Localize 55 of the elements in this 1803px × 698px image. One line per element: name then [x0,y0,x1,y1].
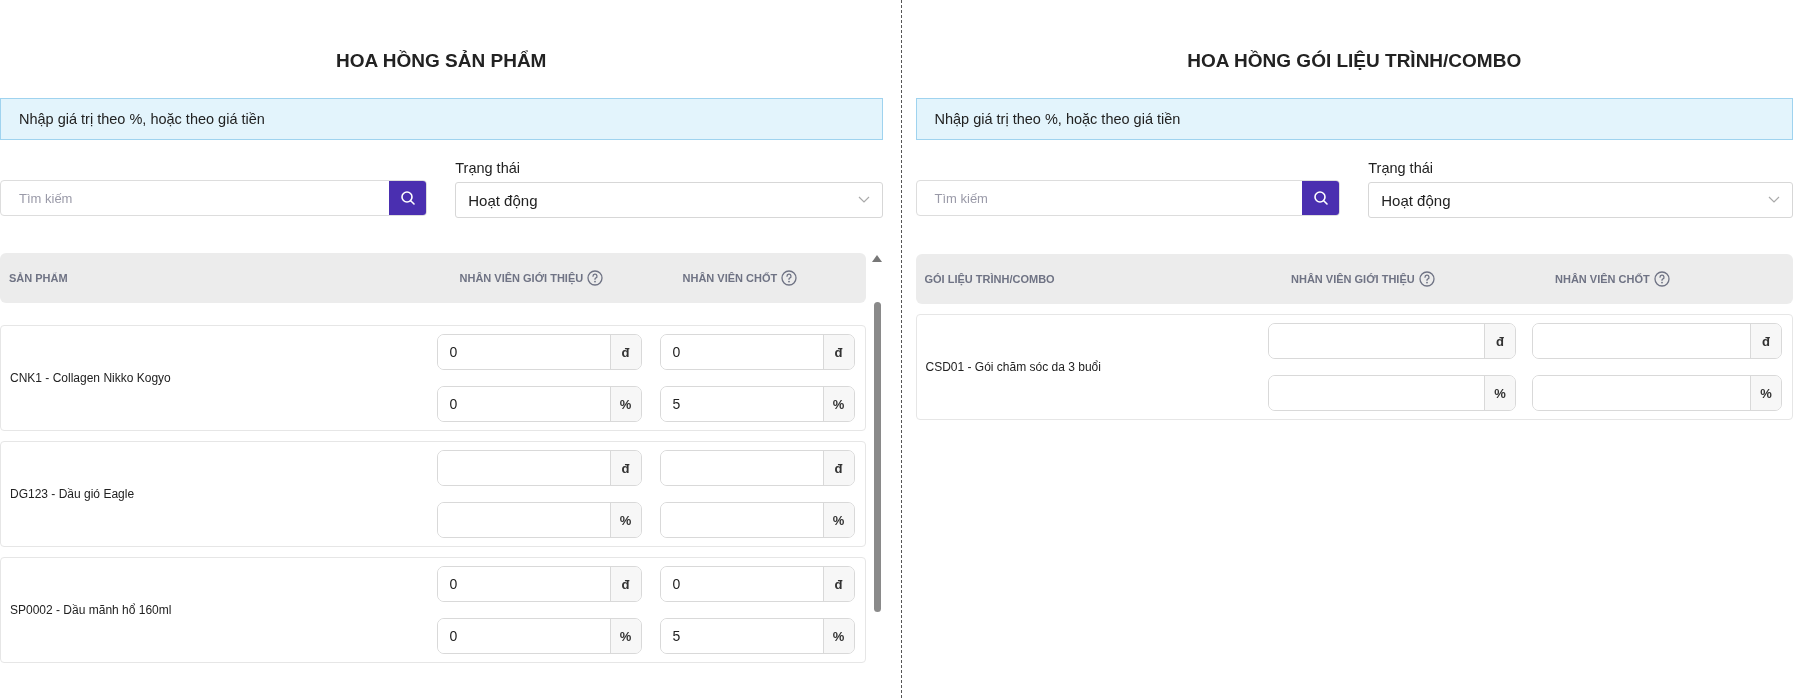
search-button[interactable] [1302,181,1340,215]
column-header: NHÂN VIÊN GIỚI THIỆU [459,272,584,284]
chevron-down-icon [857,196,870,204]
info-notice: Nhập giá trị theo %, hoặc theo giá tiền [0,98,883,140]
amount-field[interactable]: 5 % [659,618,855,654]
amount-field[interactable]: 5 % [659,386,855,422]
field-value: 5 [672,628,681,644]
field-value: 0 [672,344,681,360]
field-value: 5 [672,396,681,412]
help-icon[interactable] [587,270,604,286]
item-name: CSD01 - Gói chăm sóc da 3 buổi [925,360,1102,374]
column-header: NHÂN VIÊN CHỐT [682,272,778,284]
search-placeholder: Tìm kiếm [19,190,73,206]
chevron-down-icon [1768,196,1780,204]
info-notice: Nhập giá trị theo %, hoặc theo giá tiền [915,98,1793,140]
section-title: HOA HỒNG SẢN PHẨM [335,50,548,72]
field-value: 0 [449,344,458,360]
item-name: CNK1 - Collagen Nikko Kogyo [10,371,172,385]
scroll-up-icon[interactable] [872,255,882,262]
amount-field[interactable]: 0 đ [659,566,855,602]
item-name: SP0002 - Dầu mãnh hổ 160ml [10,603,173,617]
search-placeholder: Tìm kiếm [934,190,988,206]
column-header: NHÂN VIÊN GIỚI THIỆU [1291,273,1415,285]
amount-field[interactable]: % [436,502,642,538]
section-title: HOA HỒNG GÓI LIỆU TRÌNH/COMBO [1186,50,1523,72]
help-icon[interactable] [1418,271,1435,287]
amount-field[interactable]: 0 % [436,386,642,422]
help-icon[interactable] [781,270,798,286]
amount-field[interactable]: % [1268,375,1516,411]
amount-field[interactable]: đ [1532,323,1782,359]
amount-field[interactable]: 0 đ [659,334,855,370]
field-value: 0 [449,396,458,412]
status-select[interactable]: Hoạt động [1368,182,1793,218]
column-header: NHÂN VIÊN CHỐT [1555,273,1650,285]
item-name: DG123 - Dầu gió Eagle [10,487,136,501]
amount-field[interactable]: 0 đ [436,566,642,602]
amount-field[interactable]: % [659,502,855,538]
status-select[interactable]: Hoạt động [455,182,883,218]
search-icon [1312,190,1329,206]
amount-field[interactable]: đ [1268,323,1516,359]
status-label: Trạng thái [455,160,521,176]
search-icon [399,190,416,206]
amount-field[interactable]: đ [436,450,642,486]
help-icon[interactable] [1653,271,1670,287]
field-value: 0 [672,576,681,592]
amount-field[interactable]: đ [659,450,855,486]
amount-field[interactable]: % [1532,375,1782,411]
column-header: SẢN PHẨM [9,272,69,284]
column-header: GÓI LIỆU TRÌNH/COMBO [924,273,1056,285]
status-label: Trạng thái [1368,160,1434,176]
field-value: 0 [449,628,458,644]
field-value: 0 [449,576,458,592]
amount-field[interactable]: 0 đ [436,334,642,370]
amount-field[interactable]: 0 % [436,618,642,654]
search-button[interactable] [389,181,427,215]
